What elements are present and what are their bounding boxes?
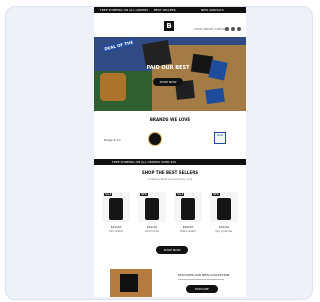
bottom-wallet-image (120, 274, 138, 292)
brand-logo-circle (148, 132, 162, 146)
product-price: $59.00 (146, 225, 158, 229)
products-section-title: SHOP THE BEST SELLERS (141, 170, 199, 175)
product-name: Bifold wallet (180, 230, 196, 233)
cart-icon[interactable] (237, 27, 241, 31)
product-card[interactable]: NEW $59.00 Card holder (138, 192, 166, 242)
product-card[interactable]: SALE $49.00 Slim wallet (102, 192, 130, 242)
wallet-icon (109, 198, 123, 220)
product-tag: NEW (212, 193, 220, 196)
hero-box-image (205, 87, 225, 105)
product-tag: SALE (176, 193, 185, 196)
product-name: Key organizer (215, 230, 233, 233)
bottom-cta-button[interactable]: EXPLORE (186, 285, 218, 293)
hero-badge: DEAL OF THE (101, 38, 136, 53)
bottom-promo: DISCOVER OUR NEW COLLECTION EXPLORE (178, 273, 230, 293)
wallet-icon (145, 198, 159, 220)
topbar-item-best: BEST SELLERS (154, 8, 176, 12)
topbar-item-shipping: FREE SHIPPING ON ALL ORDERS (100, 8, 149, 12)
brands-title: BRANDS WE LOVE (149, 117, 191, 122)
bottom-image (110, 269, 152, 297)
brand-logo-box: Vault (214, 132, 226, 144)
navigation-bar: B SHOP ABOUT CONTACT (94, 13, 246, 35)
account-icon[interactable] (231, 27, 235, 31)
product-price: $39.00 (218, 225, 230, 229)
product-tag: NEW (140, 193, 148, 196)
webpage-preview: FREE SHIPPING ON ALL ORDERS BEST SELLERS… (94, 7, 246, 297)
hero-wallet-image (142, 39, 172, 69)
product-name: Slim wallet (109, 230, 123, 233)
preview-card: FREE SHIPPING ON ALL ORDERS BEST SELLERS… (5, 6, 313, 300)
nav-links[interactable]: SHOP ABOUT CONTACT (194, 27, 229, 31)
site-logo[interactable]: B (164, 21, 174, 31)
bottom-promo-title: DISCOVER OUR NEW COLLECTION (178, 273, 230, 277)
brand-logo: Ridge & Co (104, 138, 121, 142)
product-price: $49.00 (110, 225, 122, 229)
hero-headline: PAID OUR BEST (146, 65, 190, 71)
topbar-item-new: NEW ARRIVALS (201, 8, 224, 12)
announcement-band: FREE SHIPPING ON ALL ORDERS OVER $50 (94, 159, 246, 165)
products-section-subtitle: Curated wallets and everyday carry (147, 178, 193, 181)
product-tag: SALE (104, 193, 113, 196)
divider-line (178, 279, 224, 280)
hero-cta-button[interactable]: SHOP NOW (153, 78, 183, 86)
brand-box-label: Vault (216, 134, 224, 137)
hero-banner: DEAL OF THE PAID OUR BEST SHOP NOW (94, 37, 246, 111)
product-card[interactable]: NEW $39.00 Key organizer (210, 192, 238, 242)
shop-all-button[interactable]: SHOP NOW (156, 246, 188, 254)
product-card[interactable]: SALE $69.00 Bifold wallet (174, 192, 202, 242)
product-price: $69.00 (182, 225, 194, 229)
wallet-icon (181, 198, 195, 220)
band-text: FREE SHIPPING ON ALL ORDERS OVER $50 (112, 160, 177, 164)
hero-bottle-image (100, 73, 126, 101)
logo-text: B (166, 22, 172, 30)
search-icon[interactable] (225, 27, 229, 31)
product-name: Card holder (144, 230, 160, 233)
wallet-icon (217, 198, 231, 220)
